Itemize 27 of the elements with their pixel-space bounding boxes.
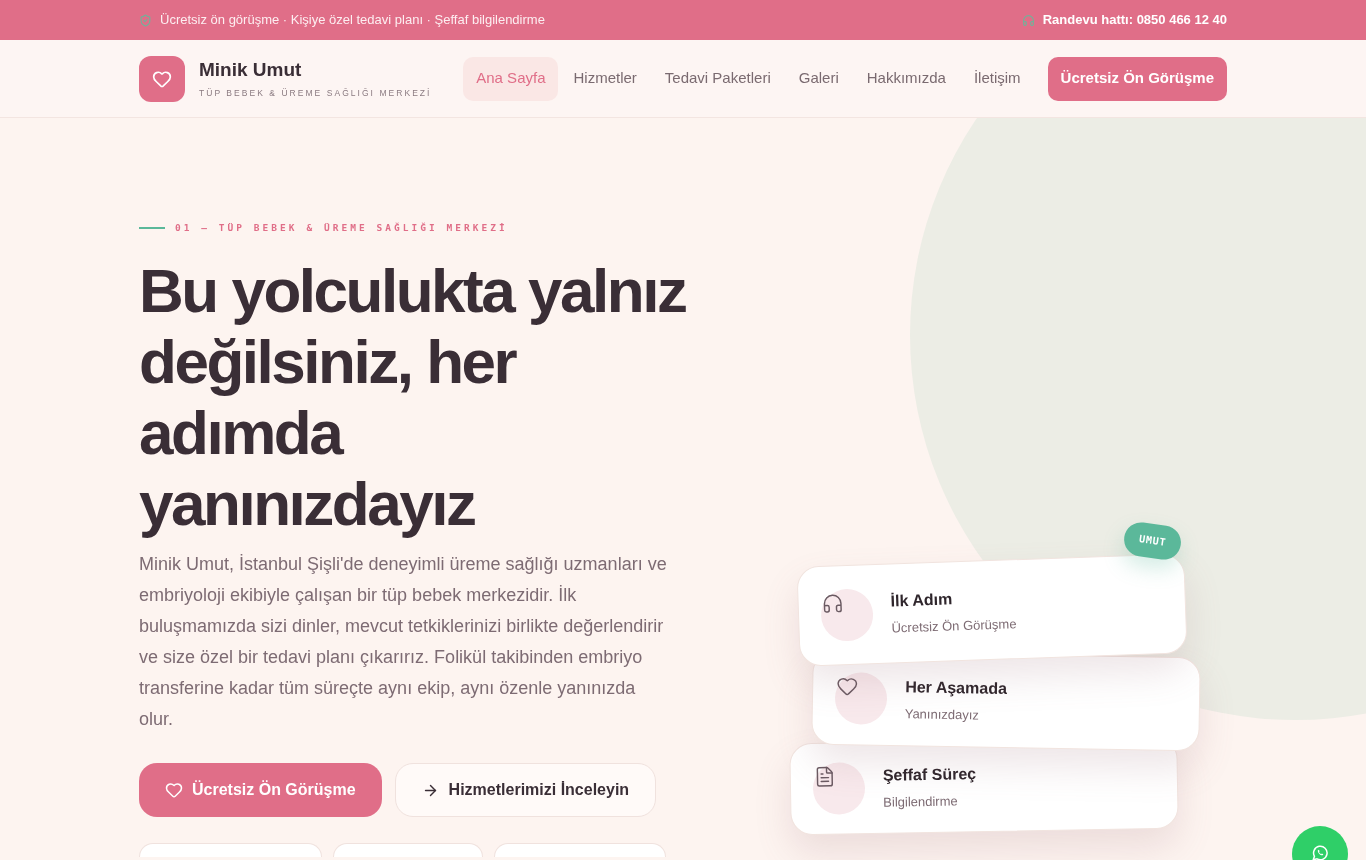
consultation-button[interactable]: Ücretsiz Ön Görüşme (139, 763, 382, 818)
nav-link[interactable]: Tedavi Paketleri (651, 56, 784, 101)
card-subtitle: Bilgilendirme (883, 792, 959, 811)
heart-icon (165, 781, 183, 800)
tagline: Ücretsiz ön görüşme · Kişiye özel tedavi planı · Şeffaf bilgilendirme (160, 11, 545, 30)
nav-link[interactable]: Ana Sayfa (463, 56, 559, 101)
nav-link[interactable]: Galeri (785, 56, 852, 101)
card-subtitle: Yanınızdayız (904, 705, 981, 724)
brand-subtitle: TÜP BEBEK & ÜREME SAĞLIĞI MERKEZİ (199, 88, 432, 98)
services-button[interactable]: Hizmetlerimizi İnceleyin (394, 763, 657, 818)
card-title: Her Aşamada (905, 676, 1008, 699)
brand-name: Minik Umut (199, 59, 303, 81)
card-subtitle: Ücretsiz Ön Görüşme (891, 615, 1017, 636)
heart-logo-icon (139, 55, 185, 102)
hotline: Randevu hattı: 0850 466 12 40 (1042, 11, 1227, 30)
nav-link[interactable]: İletişim (960, 56, 1034, 101)
consultation-button[interactable]: Ücretsiz Ön Görüşme (1047, 56, 1227, 101)
nav-link[interactable]: Hizmetler (560, 56, 650, 101)
eyebrow-text: 01 — TÜP BEBEK & ÜREME SAĞLIĞI MERKEZİ (175, 221, 508, 235)
hero-heading: Bu yolculukta yalnız değilsiniz, her adımda yanınızdayız (139, 255, 687, 540)
headset-icon (1021, 13, 1035, 27)
hero-description: Minik Umut, İstanbul Şişli'de deneyimli üreme sağlığı uzmanları ve embriyoloji ekibiyle çalışan bir tüp bebek merkezidir. İlk buluşmamızda sizi dinler, mevcut tetkiklerinizi birlikte değerlendirir ve size özel bir tedavi planı çıkarırız. Folikül takibinden embriyo transferine kadar tüm süreçte aynı ekip, aynı özenle yanınızda olur. (139, 553, 668, 732)
shield-check-icon (139, 13, 152, 27)
card-title: Şeffaf Süreç (882, 763, 977, 786)
card-title: İlk Adım (890, 588, 954, 612)
nav-link[interactable]: Hakkımızda (853, 56, 959, 101)
phone-bubble-icon (1311, 844, 1329, 860)
